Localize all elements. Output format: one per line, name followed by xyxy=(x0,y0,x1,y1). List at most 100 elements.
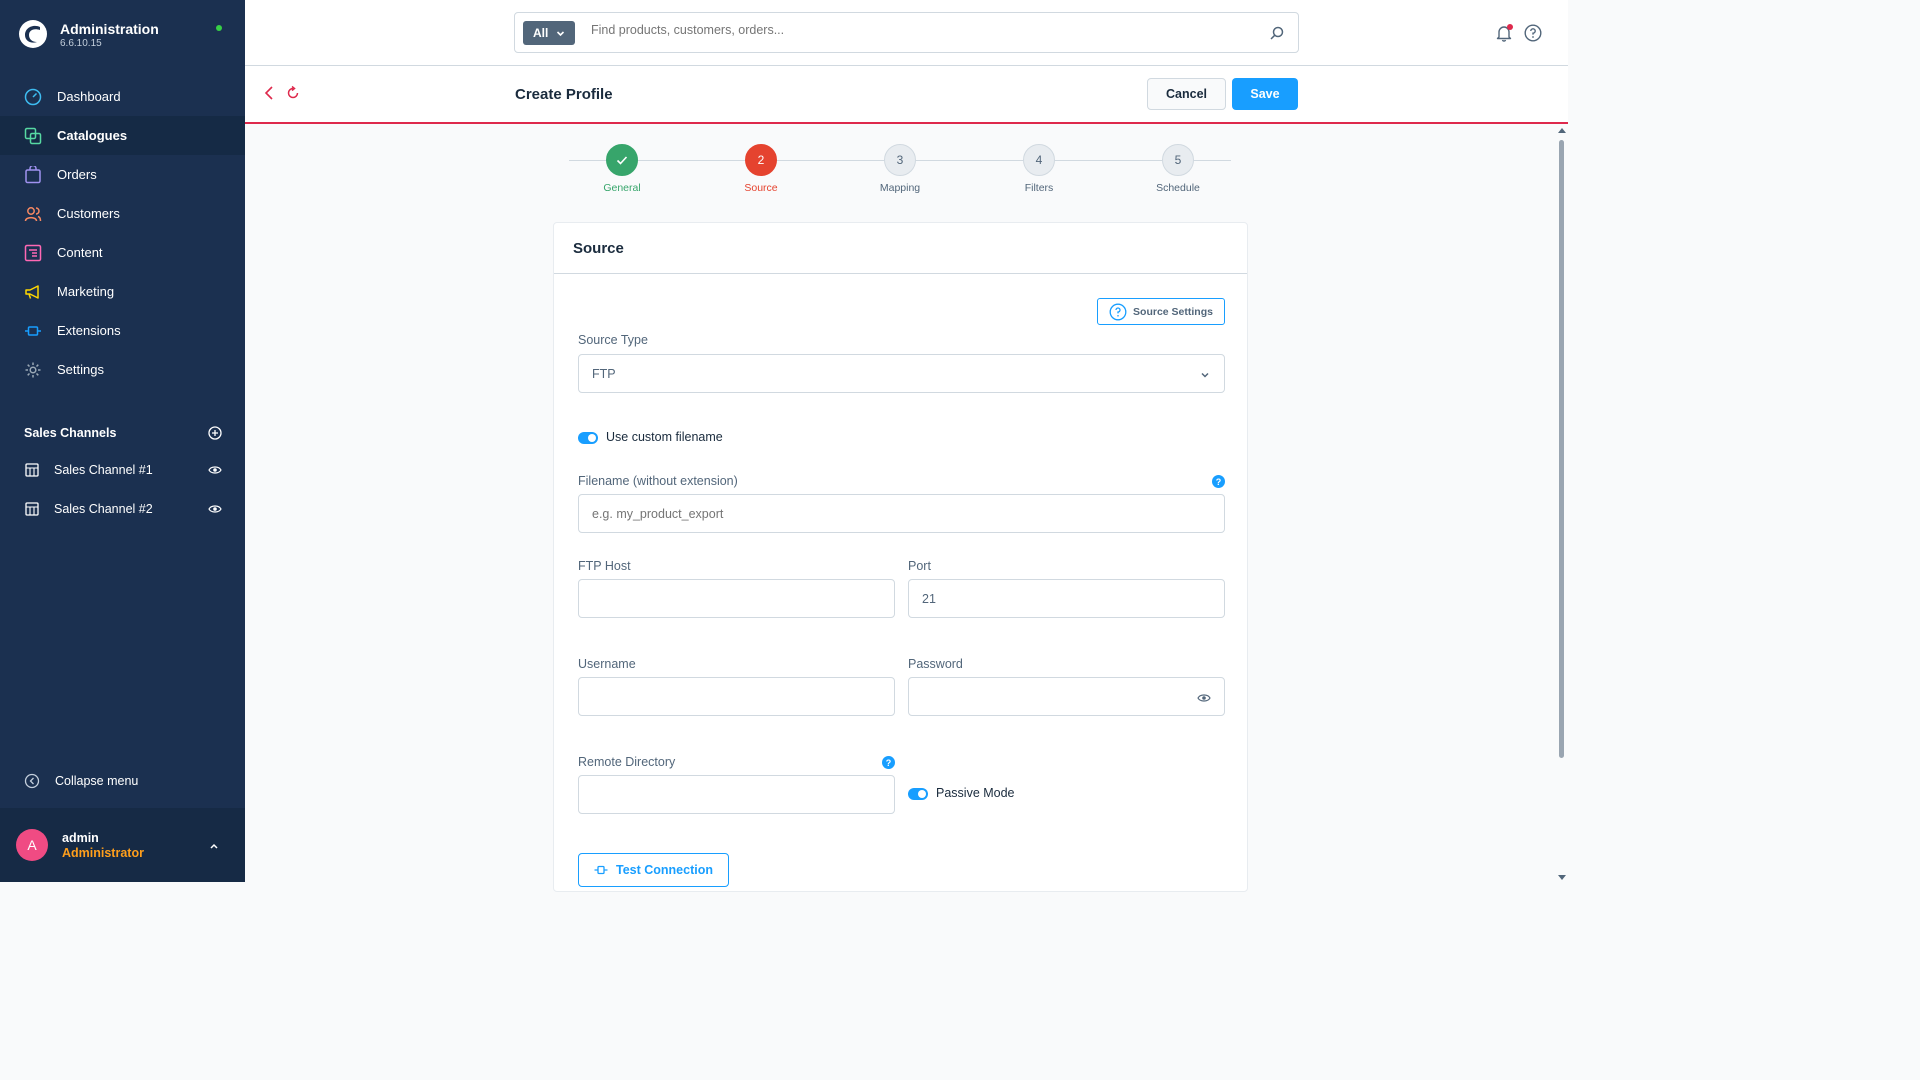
add-sales-channel-icon[interactable] xyxy=(208,426,222,440)
sidebar-item-dashboard[interactable]: Dashboard xyxy=(0,77,245,116)
sidebar-item-marketing[interactable]: Marketing xyxy=(0,272,245,311)
password-input[interactable] xyxy=(908,677,1225,716)
page-title: Create Profile xyxy=(515,86,613,103)
extensions-icon xyxy=(24,322,42,340)
search-input[interactable] xyxy=(591,23,1191,37)
user-name: admin xyxy=(62,831,99,845)
search-icon[interactable] xyxy=(1270,26,1284,40)
orders-icon xyxy=(24,165,42,184)
sidebar-item-label: Catalogues xyxy=(57,128,128,143)
source-type-select[interactable]: FTP xyxy=(578,354,1225,393)
remote-directory-help-icon[interactable]: ? xyxy=(882,756,895,769)
step-number: 2 xyxy=(745,144,777,176)
step-number: 3 xyxy=(884,144,916,176)
sidebar-item-content[interactable]: Content xyxy=(0,233,245,272)
passive-mode-toggle[interactable] xyxy=(908,788,928,800)
ftp-host-input[interactable] xyxy=(578,579,895,618)
use-custom-filename-toggle[interactable] xyxy=(578,432,598,444)
ftp-host-label: FTP Host xyxy=(578,559,631,573)
test-connection-button[interactable]: Test Connection xyxy=(578,853,729,887)
filename-help-icon[interactable]: ? xyxy=(1212,475,1225,488)
source-settings-button[interactable]: Source Settings xyxy=(1097,298,1225,325)
refresh-icon[interactable] xyxy=(286,85,300,101)
step-schedule[interactable]: 5 Schedule xyxy=(1138,144,1218,194)
username-input[interactable] xyxy=(578,677,895,716)
source-type-value: FTP xyxy=(592,366,616,381)
save-button[interactable]: Save xyxy=(1232,78,1298,110)
status-online-dot xyxy=(216,25,222,31)
filename-input[interactable] xyxy=(578,494,1225,533)
step-filters[interactable]: 4 Filters xyxy=(999,144,1079,194)
source-settings-label: Source Settings xyxy=(1133,305,1213,318)
storefront-icon xyxy=(24,501,40,517)
collapse-menu-label: Collapse menu xyxy=(55,774,139,788)
sidebar-item-extensions[interactable]: Extensions xyxy=(0,311,245,350)
smart-bar: Create Profile Cancel Save xyxy=(245,66,1568,124)
top-bar: All xyxy=(245,0,1568,66)
remote-directory-label: Remote Directory xyxy=(578,755,676,769)
sidebar-item-settings[interactable]: Settings xyxy=(0,350,245,389)
chevron-left-circle-icon xyxy=(24,773,40,789)
username-label: Username xyxy=(578,657,636,671)
sales-channel-item-1[interactable]: Sales Channel #1 xyxy=(24,460,222,480)
port-input[interactable] xyxy=(908,579,1225,618)
avatar: A xyxy=(16,829,48,861)
step-general[interactable]: General xyxy=(582,144,662,194)
source-card: Source Source Settings Source Type FTP U… xyxy=(553,222,1248,892)
scroll-up-arrow-icon[interactable] xyxy=(1558,128,1566,133)
sidebar: Administration 6.6.10.15 Dashboard Catal… xyxy=(0,0,245,882)
sidebar-item-label: Extensions xyxy=(57,323,121,338)
sidebar-item-label: Marketing xyxy=(57,284,115,299)
sidebar-item-label: Dashboard xyxy=(57,89,121,104)
chevron-left-icon[interactable] xyxy=(262,85,276,101)
step-label: Schedule xyxy=(1156,182,1200,194)
sidebar-item-label: Content xyxy=(57,245,103,260)
test-connection-label: Test Connection xyxy=(616,863,713,877)
sales-channels-title: Sales Channels xyxy=(24,426,117,440)
sidebar-item-label: Customers xyxy=(57,206,120,221)
step-label: Filters xyxy=(1024,182,1054,194)
settings-icon xyxy=(24,361,42,379)
sidebar-item-label: Settings xyxy=(57,362,104,377)
notification-badge xyxy=(1507,24,1513,30)
source-type-label: Source Type xyxy=(578,333,648,347)
sidebar-item-orders[interactable]: Orders xyxy=(0,155,245,194)
help-icon[interactable] xyxy=(1524,24,1542,42)
card-divider xyxy=(554,273,1247,274)
search-type-label: All xyxy=(533,26,549,40)
show-password-eye-icon[interactable] xyxy=(1197,692,1211,704)
step-source[interactable]: 2 Source xyxy=(721,144,801,194)
sidebar-item-customers[interactable]: Customers xyxy=(0,194,245,233)
use-custom-filename-label: Use custom filename xyxy=(606,430,723,444)
user-menu[interactable]: A admin Administrator xyxy=(0,808,245,882)
sidebar-item-catalogues[interactable]: Catalogues xyxy=(0,116,245,155)
user-role: Administrator xyxy=(62,846,144,860)
remote-directory-input[interactable] xyxy=(578,775,895,814)
scrollbar-thumb[interactable] xyxy=(1559,140,1564,758)
chevron-down-icon xyxy=(557,30,565,36)
sales-channel-label: Sales Channel #1 xyxy=(54,463,153,477)
question-circle-icon xyxy=(1109,303,1127,320)
step-number: 5 xyxy=(1162,144,1194,176)
customers-icon xyxy=(24,205,42,223)
sidebar-item-label: Orders xyxy=(57,167,97,182)
collapse-menu-button[interactable]: Collapse menu xyxy=(24,773,138,789)
sales-channels-header: Sales Channels xyxy=(24,424,222,442)
eye-icon[interactable] xyxy=(208,463,222,477)
scroll-down-arrow-icon[interactable] xyxy=(1558,875,1566,880)
chevron-up-icon[interactable] xyxy=(208,840,220,852)
port-label: Port xyxy=(908,559,931,573)
step-label: Mapping xyxy=(879,182,921,194)
content-icon xyxy=(24,244,42,262)
search-type-dropdown[interactable]: All xyxy=(523,21,576,45)
card-title: Source xyxy=(573,240,624,257)
step-mapping[interactable]: 3 Mapping xyxy=(860,144,940,194)
catalogues-icon xyxy=(24,127,42,145)
sales-channel-item-2[interactable]: Sales Channel #2 xyxy=(24,499,222,519)
storefront-icon xyxy=(24,462,40,478)
shopware-logo-icon[interactable] xyxy=(18,19,48,49)
eye-icon[interactable] xyxy=(208,502,222,516)
cancel-button[interactable]: Cancel xyxy=(1147,78,1226,110)
scrollbar[interactable] xyxy=(1555,126,1568,882)
brand-version: 6.6.10.15 xyxy=(60,38,102,49)
